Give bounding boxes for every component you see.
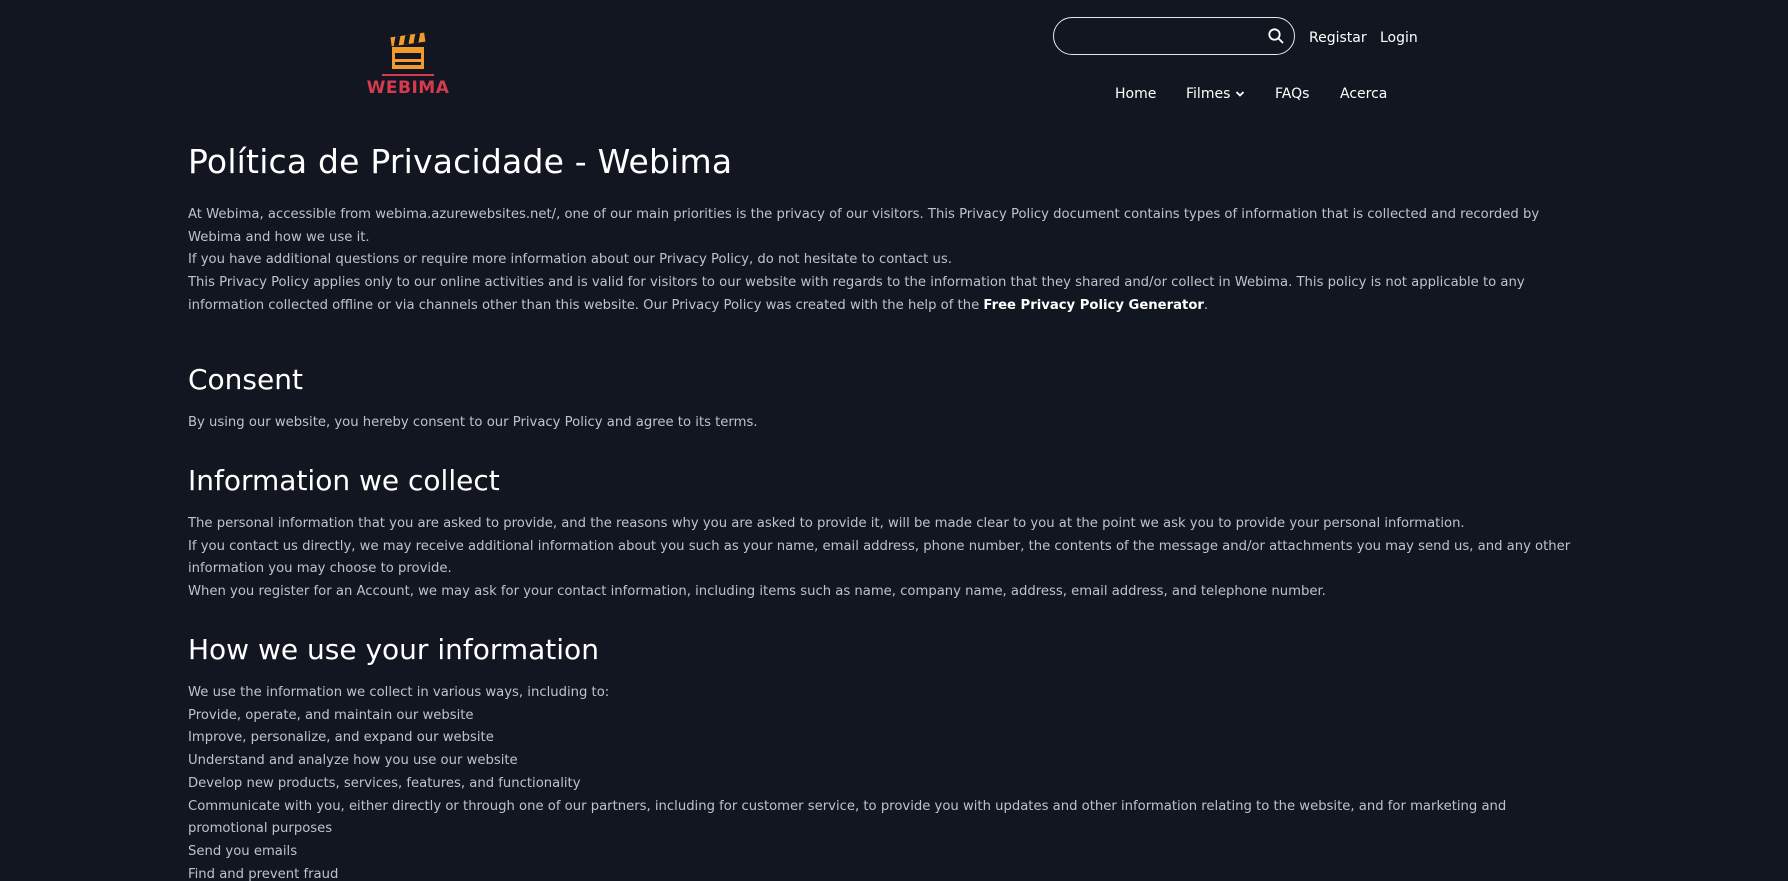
- nav-item-filmes[interactable]: Filmes: [1186, 86, 1245, 102]
- register-link[interactable]: Registar: [1309, 30, 1367, 46]
- intro-paragraph-2: If you have additional questions or requ…: [188, 252, 952, 268]
- intro-paragraph-1: At Webima, accessible from webima.azurew…: [188, 207, 1540, 245]
- list-item: Understand and analyze how you use our w…: [188, 753, 518, 769]
- search-box[interactable]: [1053, 17, 1295, 55]
- list-item: Send you emails: [188, 843, 298, 859]
- search-icon[interactable]: [1267, 27, 1285, 45]
- privacy-generator-link[interactable]: Free Privacy Policy Generator: [983, 298, 1203, 313]
- nav-item-acerca[interactable]: Acerca: [1340, 86, 1387, 102]
- usage-section: We use the information we collect in var…: [188, 682, 1588, 881]
- login-link[interactable]: Login: [1380, 30, 1418, 46]
- page-title: Política de Privacidade - Webima: [188, 142, 733, 181]
- list-item: Provide, operate, and maintain our websi…: [188, 707, 474, 723]
- usage-intro: We use the information we collect in var…: [188, 685, 610, 700]
- intro-section: At Webima, accessible from webima.azurew…: [188, 204, 1588, 362]
- clapperboard-icon: [390, 32, 426, 69]
- information-paragraph-1: The personal information that you are as…: [188, 516, 1465, 531]
- logo-divider: [382, 74, 434, 76]
- list-item: Communicate with you, either directly or…: [188, 798, 1507, 837]
- consent-text: By using our website, you hereby consent…: [188, 415, 758, 430]
- nav-item-label: Home: [1115, 86, 1157, 102]
- nav-item-faqs[interactable]: FAQs: [1275, 86, 1309, 102]
- page: WEBIMA Registar Login Home Filmes FAQs A…: [0, 0, 1788, 881]
- intro-paragraph-3: This Privacy Policy applies only to our …: [188, 272, 1588, 317]
- consent-section: By using our website, you hereby consent…: [188, 412, 1588, 463]
- information-paragraph-2: If you contact us directly, we may recei…: [188, 538, 1571, 577]
- nav-item-label: Acerca: [1340, 86, 1388, 102]
- intro-paragraph-3-end: .: [1203, 297, 1209, 313]
- logo-text: WEBIMA: [366, 78, 450, 98]
- usage-heading: How we use your information: [188, 633, 599, 666]
- information-heading: Information we collect: [188, 464, 500, 497]
- list-item: Improve, personalize, and expand our web…: [188, 730, 494, 746]
- main-content: Política de Privacidade - Webima At Webi…: [188, 140, 1588, 881]
- list-item: Find and prevent fraud: [188, 866, 339, 881]
- logo[interactable]: WEBIMA: [367, 32, 449, 102]
- consent-heading: Consent: [188, 363, 303, 396]
- information-paragraph-3: When you register for an Account, we may…: [188, 584, 1326, 600]
- nav-item-label: FAQs: [1275, 86, 1310, 102]
- information-section: The personal information that you are as…: [188, 513, 1588, 632]
- list-item: Develop new products, services, features…: [188, 775, 581, 791]
- intro-paragraph-3-text: This Privacy Policy applies only to our …: [188, 275, 1525, 313]
- chevron-down-icon: [1236, 91, 1245, 97]
- search-input[interactable]: [1068, 25, 1262, 49]
- nav-item-home[interactable]: Home: [1115, 86, 1156, 102]
- nav-item-label: Filmes: [1186, 86, 1231, 102]
